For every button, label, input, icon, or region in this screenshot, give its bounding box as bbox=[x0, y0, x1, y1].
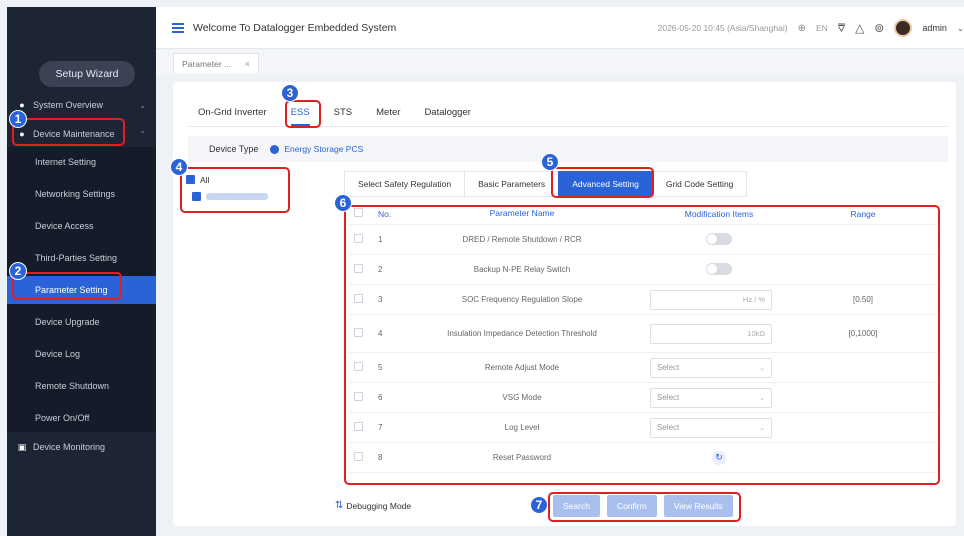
header-right: 2026-05-20 10:45 (Asia/Shanghai) ⊕ EN ⩢ … bbox=[658, 7, 964, 49]
bell-icon[interactable]: △ bbox=[855, 21, 864, 35]
sidebar-item-device-access[interactable]: Device Access bbox=[7, 212, 156, 240]
debug-icon: ⇅ bbox=[335, 500, 344, 511]
sidebar-item-device-upgrade[interactable]: Device Upgrade bbox=[7, 308, 156, 336]
nav-group-label: System Overview bbox=[33, 100, 104, 110]
close-icon[interactable]: × bbox=[245, 59, 250, 69]
sidebar-item-remote-shutdown[interactable]: Remote Shutdown bbox=[7, 372, 156, 400]
highlight-box-3 bbox=[285, 100, 321, 128]
sidebar-item-label: Device Log bbox=[35, 349, 81, 359]
sidebar-item-label: Power On/Off bbox=[35, 413, 90, 423]
highlight-box-1 bbox=[12, 118, 125, 146]
highlight-box-5 bbox=[551, 167, 654, 198]
sidebar-item-label: Device Access bbox=[35, 221, 94, 231]
sidebar-item-label: Device Upgrade bbox=[35, 317, 100, 327]
debug-label: Debugging Mode bbox=[346, 500, 412, 511]
sidebar-item-label: Remote Shutdown bbox=[35, 381, 110, 391]
highlight-box-4 bbox=[180, 167, 290, 213]
highlight-box-7 bbox=[548, 492, 741, 522]
tab-safety-regulation[interactable]: Select Safety Regulation bbox=[344, 171, 465, 197]
step-marker-5: 5 bbox=[541, 153, 559, 171]
device-type-value: Energy Storage PCS bbox=[284, 144, 364, 154]
top-header: Welcome To Datalogger Embedded System 20… bbox=[156, 7, 964, 49]
tab-basic-parameters[interactable]: Basic Parameters bbox=[464, 171, 559, 197]
tab-parameter[interactable]: Parameter ... × bbox=[173, 53, 259, 73]
signal-icon[interactable]: ⩢ bbox=[838, 21, 845, 36]
globe-icon[interactable]: ⊕ bbox=[798, 23, 806, 34]
menu-icon[interactable] bbox=[172, 22, 184, 33]
avatar[interactable] bbox=[894, 19, 913, 37]
highlight-box-2 bbox=[12, 272, 122, 300]
step-marker-7: 7 bbox=[530, 496, 548, 514]
step-marker-4: 4 bbox=[170, 158, 188, 176]
parameter-sub-tabs: Select Safety Regulation Basic Parameter… bbox=[344, 171, 748, 197]
step-marker-3: 3 bbox=[281, 84, 299, 102]
highlight-box-6 bbox=[344, 205, 940, 485]
chevron-up-icon: ⌃ bbox=[139, 129, 146, 139]
step-marker-2: 2 bbox=[9, 262, 27, 280]
device-type-label: Device Type bbox=[209, 144, 259, 154]
step-marker-6: 6 bbox=[334, 194, 352, 212]
debugging-mode[interactable]: ⇅ Debugging Mode bbox=[335, 500, 411, 511]
header-title: Welcome To Datalogger Embedded System bbox=[193, 21, 397, 34]
step-marker-1: 1 bbox=[9, 110, 27, 128]
chevron-down-icon: ⌄ bbox=[139, 100, 146, 110]
overview-icon: ● bbox=[19, 100, 25, 110]
monitor-icon: ▣ bbox=[17, 441, 27, 452]
nav-group-device-monitoring[interactable]: ▣ Device Monitoring bbox=[7, 435, 156, 459]
tab-meter[interactable]: Meter bbox=[376, 98, 400, 126]
sidebar-item-label: Networking Settings bbox=[35, 189, 116, 199]
setup-wizard-button[interactable]: Setup Wizard bbox=[39, 61, 135, 87]
sidebar-item-networking-settings[interactable]: Networking Settings bbox=[7, 180, 156, 208]
sidebar-item-label: Internet Setting bbox=[35, 157, 97, 167]
sidebar-item-power-onoff[interactable]: Power On/Off bbox=[7, 404, 156, 432]
language-text[interactable]: EN bbox=[816, 23, 828, 33]
settings-icon[interactable]: ⊚ bbox=[874, 21, 884, 35]
chevron-down-icon[interactable]: ⌄ bbox=[957, 23, 964, 34]
datetime-text: 2026-05-20 10:45 (Asia/Shanghai) bbox=[657, 23, 788, 33]
user-name[interactable]: admin bbox=[922, 23, 947, 33]
sidebar-item-label: Third-Parties Setting bbox=[35, 253, 118, 263]
sidebar-item-device-log[interactable]: Device Log bbox=[7, 340, 156, 368]
nav-group-label: Device Monitoring bbox=[33, 442, 106, 452]
nav-group-system-overview[interactable]: ● System Overview ⌄ bbox=[7, 93, 156, 117]
tab-sts[interactable]: STS bbox=[334, 98, 352, 126]
page-tabstrip: Parameter ... × bbox=[156, 49, 964, 75]
tab-datalogger[interactable]: Datalogger bbox=[424, 98, 470, 126]
tab-on-grid-inverter[interactable]: On-Grid Inverter bbox=[198, 98, 267, 126]
device-tabs: On-Grid Inverter ESS STS Meter Datalogge… bbox=[198, 98, 495, 126]
tab-grid-code-setting[interactable]: Grid Code Setting bbox=[651, 171, 748, 197]
sidebar-item-internet-setting[interactable]: Internet Setting bbox=[7, 148, 156, 176]
tab-label: Parameter ... bbox=[182, 58, 232, 69]
sidebar-item-third-parties[interactable]: Third-Parties Setting bbox=[7, 244, 156, 272]
radio-selected-icon bbox=[270, 144, 280, 154]
device-type-bar: Device Type Energy Storage PCS bbox=[188, 136, 948, 162]
device-type-option[interactable]: Energy Storage PCS bbox=[270, 144, 363, 154]
